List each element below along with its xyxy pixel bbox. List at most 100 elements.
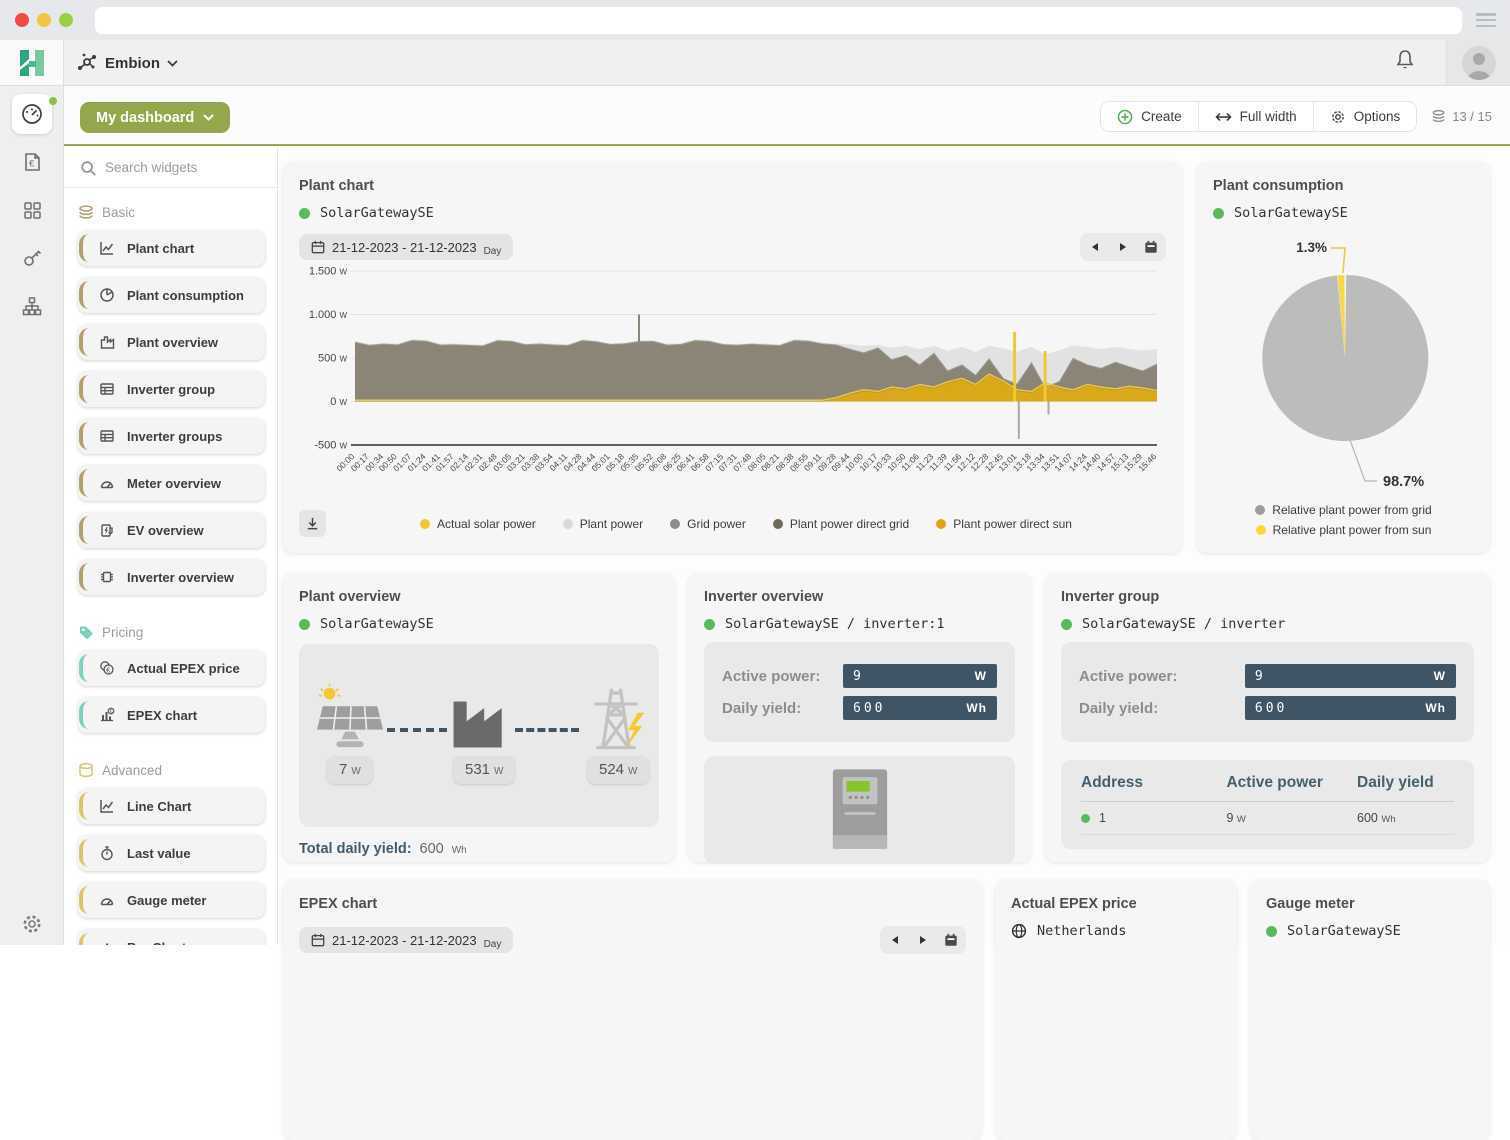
globe-icon — [1011, 923, 1027, 939]
settings-gear-icon[interactable] — [0, 913, 64, 935]
widget-item-inverter-group[interactable]: Inverter group — [78, 371, 265, 407]
full-width-button[interactable]: Full width — [1199, 102, 1314, 131]
date-range-picker[interactable]: 21-12-2023 - 21-12-2023 Day — [299, 927, 513, 953]
item-accent — [79, 654, 91, 682]
widget-count: 13 / 15 — [1431, 109, 1492, 124]
widget-item-label: EV overview — [127, 523, 204, 538]
daily-yield-display: 600Wh — [1245, 696, 1456, 720]
calendar-today-button[interactable] — [1138, 235, 1164, 259]
nav-dashboards[interactable] — [12, 94, 52, 134]
url-bar[interactable] — [95, 7, 1462, 34]
tag-icon — [78, 624, 94, 640]
widget-item-plant-chart[interactable]: Plant chart — [78, 230, 265, 266]
org-switcher[interactable]: Embion — [76, 48, 178, 78]
nav-hierarchy[interactable] — [12, 286, 52, 326]
inverter-table-panel: AddressActive powerDaily yield 19 W600 W… — [1061, 760, 1474, 849]
widget-item-plant-consumption[interactable]: Plant consumption — [78, 277, 265, 313]
prev-period-button[interactable] — [1082, 235, 1108, 259]
chevron-down-icon — [167, 60, 178, 67]
widget-item-label: EPEX chart — [127, 708, 197, 723]
chart-legend: Actual solar power Plant power Grid power P… — [326, 517, 1166, 531]
widget-item-plant-overview[interactable]: Plant overview — [78, 324, 265, 360]
item-accent — [79, 839, 91, 867]
toolbar-button-group: Create Full width Options — [1100, 101, 1417, 132]
table-header-cell: Daily yield — [1357, 774, 1454, 792]
sitemap-icon — [21, 295, 43, 317]
item-accent — [79, 469, 91, 497]
widget-item-bar-chart[interactable]: Bar Chart — [78, 929, 265, 945]
solar-power-value: 7W — [327, 756, 373, 784]
device-name: SolarGatewaySE / inverter — [1082, 616, 1285, 632]
create-button[interactable]: Create — [1101, 102, 1199, 131]
table-icon — [99, 428, 115, 444]
window-maximize-button[interactable] — [59, 13, 73, 27]
widget-item-line-chart[interactable]: Line Chart — [78, 788, 265, 824]
factory-icon — [99, 334, 115, 350]
table-icon — [99, 381, 115, 397]
table-row[interactable]: 19 W600 Wh — [1081, 801, 1454, 835]
pie-icon — [99, 287, 115, 303]
download-chart-button[interactable] — [299, 510, 326, 537]
widget-item-ev-overview[interactable]: EV overview — [78, 512, 265, 548]
widget-item-inverter-overview[interactable]: Inverter overview — [78, 559, 265, 595]
next-period-button[interactable] — [910, 928, 936, 952]
legend-color-dot — [563, 519, 573, 529]
dashboard-selector-button[interactable]: My dashboard — [80, 102, 230, 133]
plant-chart-plot: 1.500 W1.000 W500 W0 W-500 W00:0000:1700… — [299, 261, 1166, 503]
item-accent — [79, 234, 91, 262]
card-title: Inverter group — [1061, 589, 1474, 605]
grid-power-value: 524W — [587, 756, 649, 784]
molecule-icon — [76, 52, 98, 74]
legend-item[interactable]: Plant power direct grid — [773, 517, 909, 531]
widget-section-advanced: AdvancedLine ChartLast valueGauge meterB… — [64, 746, 277, 945]
next-period-button[interactable] — [1110, 235, 1136, 259]
window-minimize-button[interactable] — [37, 13, 51, 27]
nav-widgets[interactable] — [12, 190, 52, 230]
date-range-label: 21-12-2023 - 21-12-2023 — [332, 240, 477, 255]
epex-chart-card: EPEX chart 21-12-2023 - 21-12-2023 Day — [283, 880, 982, 1140]
line-chart-icon — [99, 240, 115, 256]
card-title: Gauge meter — [1266, 896, 1474, 912]
legend-item[interactable]: Plant power direct sun — [936, 517, 1072, 531]
widget-item-meter-overview[interactable]: Meter overview — [78, 465, 265, 501]
widget-item-epex-chart[interactable]: €EPEX chart — [78, 697, 265, 733]
pie-legend-item[interactable]: Relative plant power from grid — [1255, 503, 1431, 517]
notifications-bell-icon[interactable] — [1394, 48, 1416, 77]
svg-text:98.7%: 98.7% — [1383, 474, 1424, 490]
widget-item-last-value[interactable]: Last value — [78, 835, 265, 871]
search-icon — [80, 160, 96, 176]
window-close-button[interactable] — [15, 13, 29, 27]
browser-menu-icon[interactable] — [1476, 13, 1496, 27]
item-accent — [79, 886, 91, 914]
device-status-dot — [1061, 619, 1072, 630]
legend-item[interactable]: Actual solar power — [420, 517, 536, 531]
card-title: EPEX chart — [299, 896, 966, 912]
options-button[interactable]: Options — [1314, 102, 1417, 131]
inverter-group-card: Inverter group SolarGatewaySE / inverter… — [1045, 573, 1490, 862]
pie-legend-item[interactable]: Relative plant power from sun — [1256, 523, 1432, 537]
nav-access-keys[interactable] — [12, 238, 52, 278]
widget-item-actual-epex-price[interactable]: €Actual EPEX price — [78, 650, 265, 686]
prev-period-button[interactable] — [882, 928, 908, 952]
widget-item-inverter-groups[interactable]: Inverter groups — [78, 418, 265, 454]
user-avatar[interactable] — [1446, 40, 1510, 85]
device-name: SolarGatewaySE / inverter:1 — [725, 616, 944, 632]
active-power-display: 9W — [843, 664, 997, 688]
plant-chart-card: Plant chart SolarGatewaySE 21-12-2023 - … — [283, 162, 1182, 553]
nav-invoices[interactable]: € — [12, 142, 52, 182]
widget-item-gauge-meter[interactable]: Gauge meter — [78, 882, 265, 918]
legend-item[interactable]: Plant power — [563, 517, 643, 531]
legend-item[interactable]: Grid power — [670, 517, 746, 531]
plant-consumption-card: Plant consumption SolarGatewaySE 1.3%98.… — [1197, 162, 1490, 553]
date-range-picker[interactable]: 21-12-2023 - 21-12-2023 Day — [299, 234, 513, 260]
plant-overview-card: Plant overview SolarGatewaySE — [283, 573, 675, 862]
search-input[interactable] — [105, 160, 255, 175]
daily-yield-label: Daily yield: — [722, 700, 843, 717]
legend-color-dot — [1255, 505, 1265, 515]
calendar-today-button[interactable] — [938, 928, 964, 952]
full-width-icon — [1215, 111, 1232, 123]
total-daily-yield-value: 600 — [420, 841, 444, 857]
svg-text:€: € — [106, 667, 110, 674]
widget-sections: BasicPlant chartPlant consumptionPlant o… — [64, 188, 277, 945]
app-logo[interactable] — [0, 40, 64, 85]
